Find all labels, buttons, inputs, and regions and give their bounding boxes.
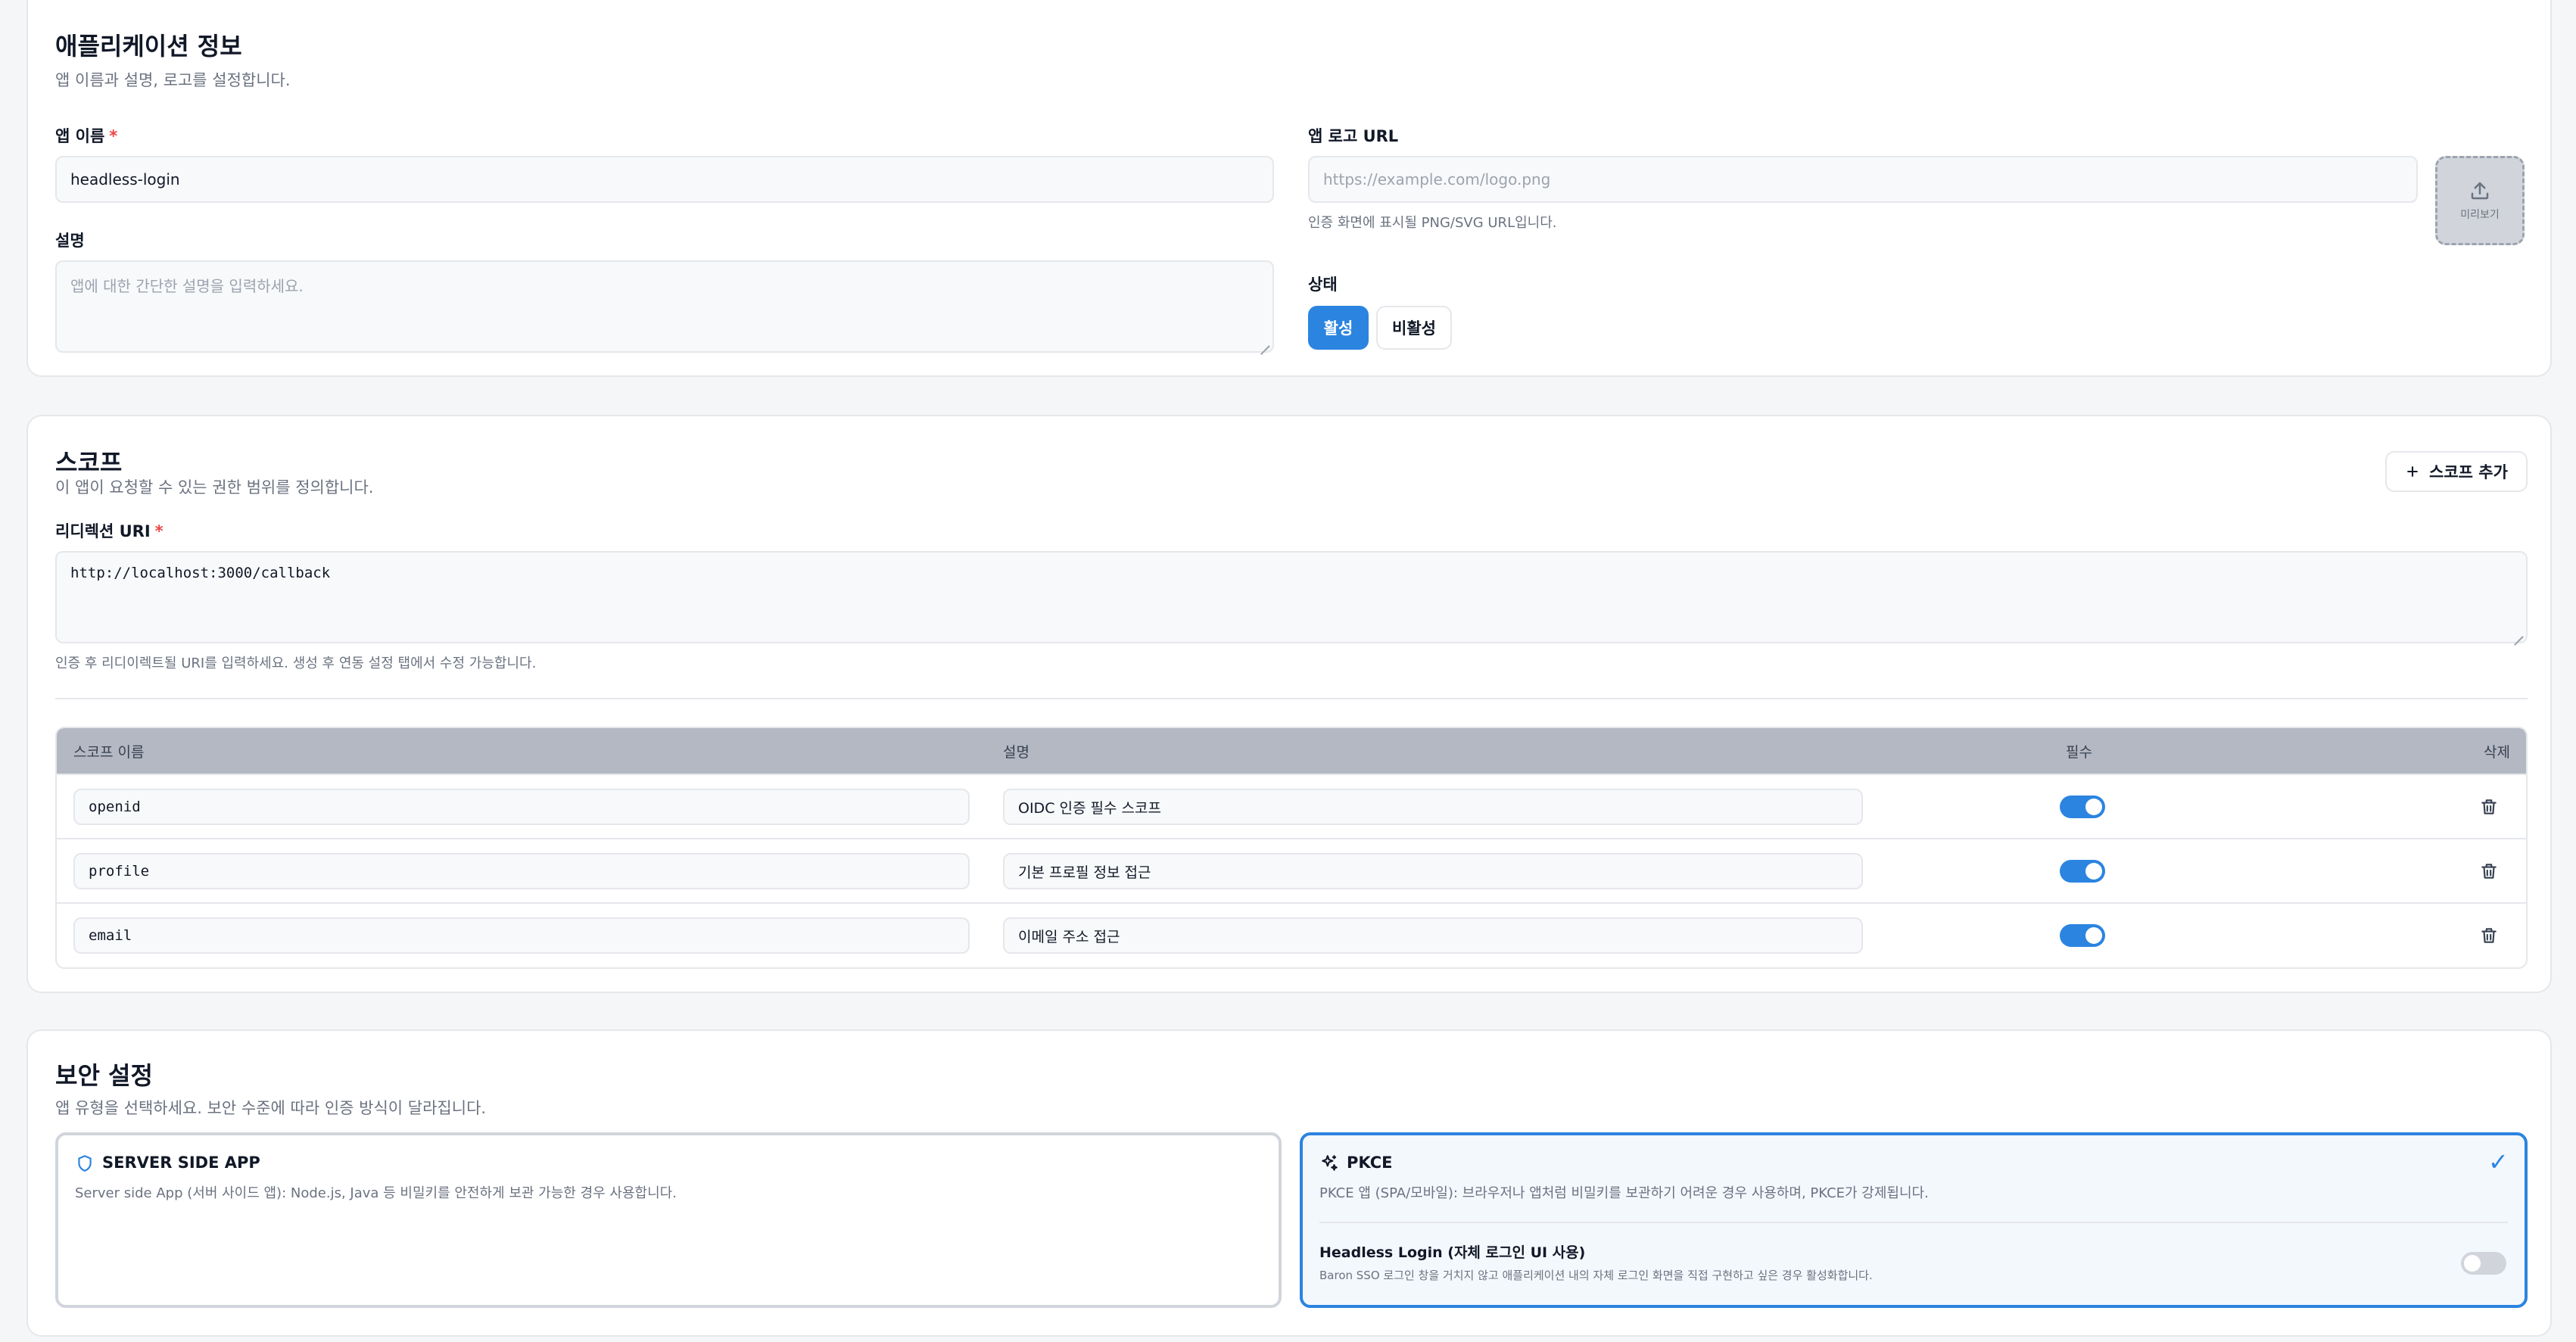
shield-icon (78, 1155, 92, 1172)
description-label: 설명 (55, 232, 85, 250)
scope-title: 스코프 (55, 448, 123, 477)
table-row: email 이메일 주소 접근 (57, 902, 2526, 967)
app-info-title: 애플리케이션 정보 (55, 32, 242, 61)
app-name-label: 앱 이름 * (55, 127, 118, 145)
required-toggle[interactable] (2060, 796, 2105, 818)
logo-url-input[interactable]: https://example.com/logo.png (1308, 156, 2418, 203)
toggle-knob (2085, 927, 2102, 944)
status-label: 상태 (1308, 276, 1338, 294)
app-info-card: 애플리케이션 정보 앱 이름과 설명, 로고를 설정합니다. 앱 이름 * hea… (26, 0, 2552, 377)
scope-table: 스코프 이름 설명 필수 삭제 openid OIDC 인증 필수 스코프 pr… (55, 727, 2528, 969)
table-row: profile 기본 프로필 정보 접근 (57, 838, 2526, 902)
trash-icon[interactable] (2479, 861, 2499, 881)
selected-check-icon: ✓ (2488, 1147, 2509, 1176)
scope-description-input[interactable]: OIDC 인증 필수 스코프 (1003, 789, 1863, 825)
trash-icon[interactable] (2479, 926, 2499, 945)
app-name-input[interactable]: headless-login (55, 156, 1274, 203)
description-textarea[interactable]: 앱에 대한 간단한 설명을 입력하세요. (55, 260, 1274, 353)
server-side-app-desc: Server side App (서버 사이드 앱): Node.js, Jav… (75, 1185, 677, 1201)
column-header-scope-name: 스코프 이름 (73, 743, 145, 761)
divider (55, 698, 2528, 699)
add-scope-button[interactable]: 스코프 추가 (2385, 451, 2528, 492)
required-mark: * (154, 522, 164, 540)
redirect-uri-textarea[interactable]: http://localhost:3000/callback (55, 551, 2528, 643)
logo-url-hint: 인증 화면에 표시될 PNG/SVG URL입니다. (1308, 215, 1557, 231)
headless-login-title: Headless Login (자체 로그인 UI 사용) (1319, 1244, 1586, 1261)
pkce-desc: PKCE 앱 (SPA/모바일): 브라우저나 앱처럼 비밀키를 보관하기 어려… (1319, 1185, 1929, 1201)
redirect-uri-label: 리디렉션 URI * (55, 522, 164, 540)
security-title: 보안 설정 (55, 1061, 153, 1090)
resize-handle-icon[interactable] (2512, 628, 2523, 639)
logo-preview-upload[interactable]: 미리보기 (2435, 156, 2525, 245)
security-card: 보안 설정 앱 유형을 선택하세요. 보안 수준에 따라 인증 방식이 달라집니… (26, 1029, 2552, 1337)
column-header-description: 설명 (1003, 743, 1029, 761)
scope-name-input[interactable]: openid (73, 789, 970, 825)
server-side-app-title: SERVER SIDE APP (102, 1154, 260, 1172)
headless-login-desc: Baron SSO 로그인 창을 거치지 않고 애플리케이션 내의 자체 로그인… (1319, 1269, 1873, 1282)
table-header: 스코프 이름 설명 필수 삭제 (57, 728, 2526, 774)
toggle-knob (2085, 863, 2102, 880)
table-row: openid OIDC 인증 필수 스코프 (57, 774, 2526, 838)
scope-description: 이 앱이 요청할 수 있는 권한 범위를 정의합니다. (55, 478, 374, 497)
column-header-required: 필수 (2066, 743, 2092, 761)
scope-description-input[interactable]: 기본 프로필 정보 접근 (1003, 853, 1863, 889)
sparkle-icon (1322, 1155, 1338, 1171)
scope-card: 스코프 이 앱이 요청할 수 있는 권한 범위를 정의합니다. 스코프 추가 리… (26, 415, 2552, 993)
scope-description-input[interactable]: 이메일 주소 접근 (1003, 917, 1863, 954)
divider (1319, 1222, 2508, 1223)
required-mark: * (109, 127, 118, 145)
security-description: 앱 유형을 선택하세요. 보안 수준에 따라 인증 방식이 달라집니다. (55, 1099, 487, 1117)
trash-icon[interactable] (2479, 797, 2499, 817)
scope-name-input[interactable]: profile (73, 853, 970, 889)
scope-name-input[interactable]: email (73, 917, 970, 954)
redirect-uri-hint: 인증 후 리디이렉트될 URI를 입력하세요. 생성 후 연동 설정 탭에서 수… (55, 655, 537, 671)
pkce-title: PKCE (1347, 1154, 1393, 1172)
headless-login-toggle[interactable] (2461, 1252, 2506, 1275)
toggle-knob (2085, 799, 2102, 815)
server-side-app-option[interactable]: SERVER SIDE APP Server side App (서버 사이드 … (55, 1132, 1282, 1308)
required-toggle[interactable] (2060, 860, 2105, 883)
resize-handle-icon[interactable] (1259, 338, 1269, 348)
pkce-option[interactable]: PKCE ✓ PKCE 앱 (SPA/모바일): 브라우저나 앱처럼 비밀키를 … (1300, 1132, 2528, 1308)
status-inactive-button[interactable]: 비활성 (1376, 306, 1452, 350)
status-active-button[interactable]: 활성 (1308, 306, 1369, 350)
app-info-description: 앱 이름과 설명, 로고를 설정합니다. (55, 71, 291, 89)
upload-icon (2471, 182, 2489, 200)
required-toggle[interactable] (2060, 924, 2105, 947)
column-header-delete: 삭제 (2484, 743, 2510, 761)
toggle-knob (2464, 1255, 2481, 1272)
logo-url-label: 앱 로고 URL (1308, 127, 1399, 145)
plus-icon (2407, 466, 2418, 477)
preview-label: 미리보기 (2460, 209, 2500, 221)
